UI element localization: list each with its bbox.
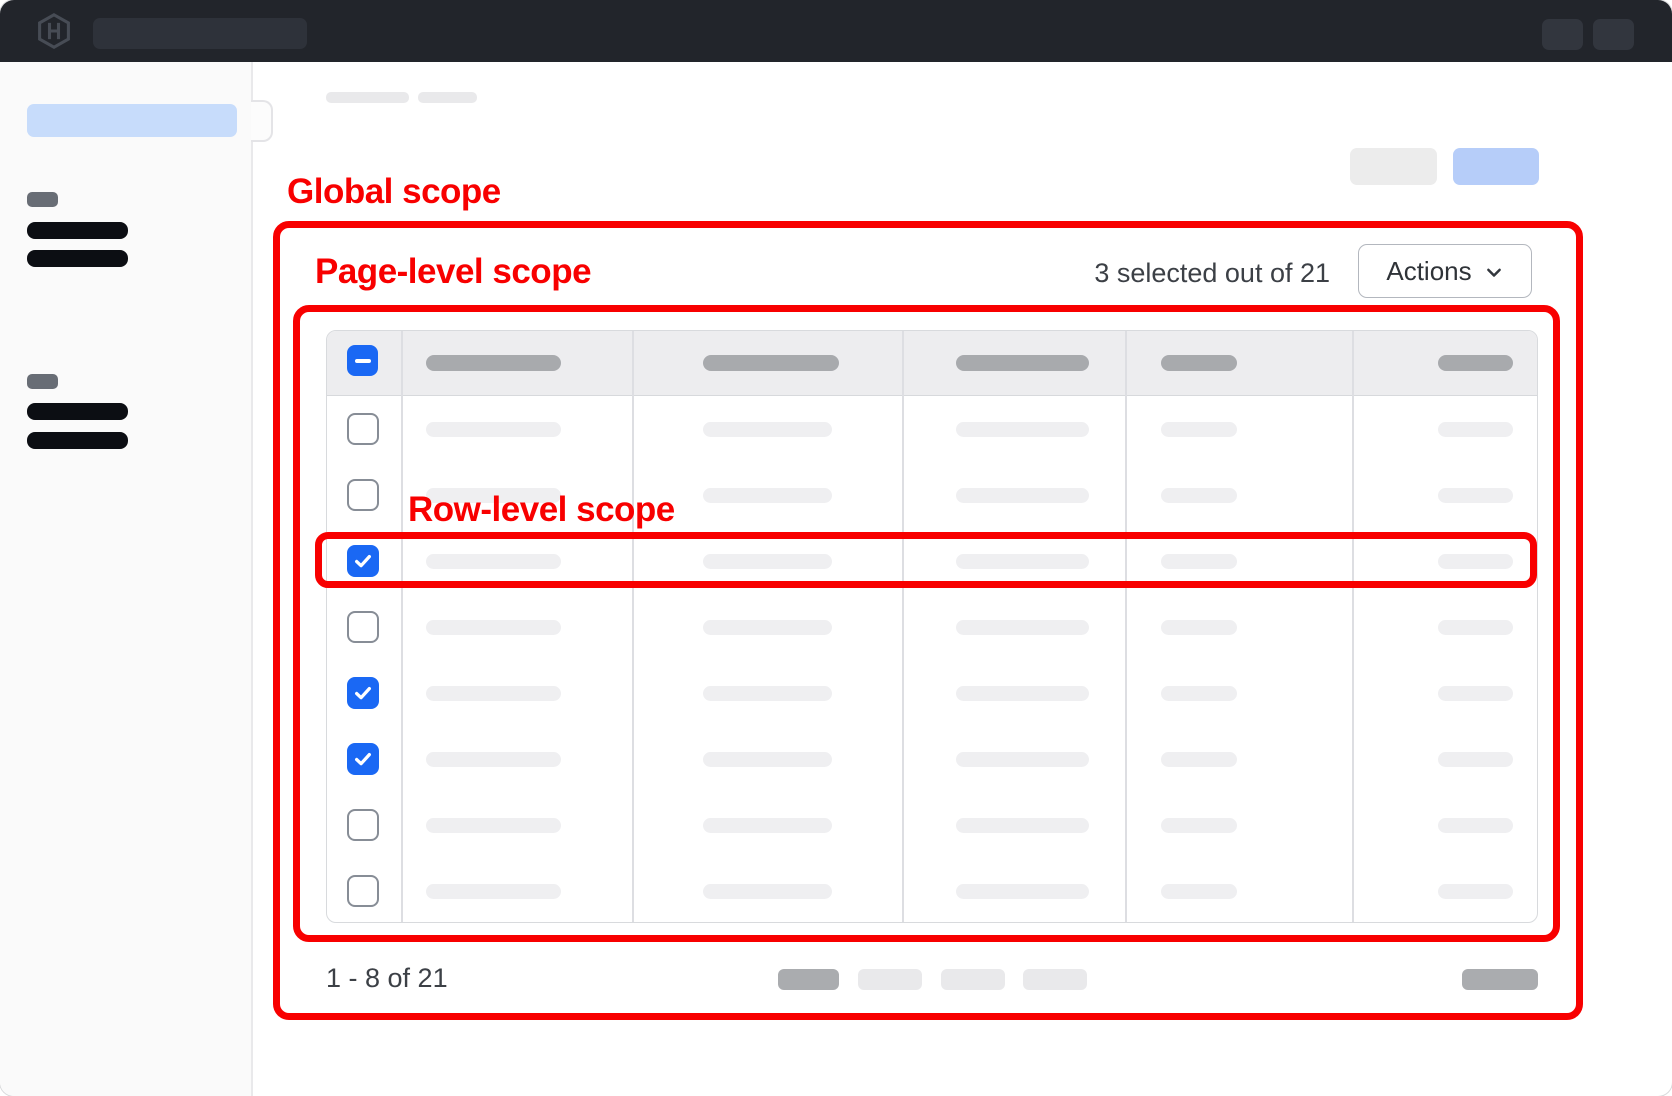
sidebar-item[interactable] [27,403,128,420]
cell-placeholder [426,752,561,767]
row-level-scope-label: Row-level scope [408,490,675,530]
check-icon [352,682,374,704]
sidebar-collapse-tab[interactable] [251,100,273,142]
pagination-prev-button[interactable] [778,969,839,990]
table-row [327,792,1537,858]
cell-placeholder [703,818,832,833]
row-checkbox[interactable] [347,875,379,907]
cell-placeholder [703,554,832,569]
sidebar-active-item[interactable] [27,104,237,137]
pagination-next-button[interactable] [1462,969,1538,990]
cell-placeholder [1161,884,1237,899]
cell-placeholder [1438,752,1513,767]
sidebar-section-label [27,374,58,389]
cell-placeholder [956,818,1089,833]
pagination-page-button[interactable] [858,969,922,990]
cell-placeholder [1161,422,1237,437]
chevron-down-icon [1484,263,1504,283]
primary-action-button[interactable] [1453,148,1539,185]
cell-placeholder [1161,752,1237,767]
row-checkbox[interactable] [347,809,379,841]
search-input[interactable] [93,18,307,49]
sidebar [0,62,253,1096]
cell-placeholder [426,620,561,635]
pagination-page-button[interactable] [1023,969,1087,990]
table-row [327,726,1537,792]
cell-placeholder [426,422,561,437]
cell-placeholder [1161,554,1237,569]
cell-placeholder [956,686,1089,701]
app-window: Global scope Page-level scope Row-level … [0,0,1672,1096]
breadcrumb-item[interactable] [326,92,409,103]
selection-summary: 3 selected out of 21 [1030,258,1330,289]
select-all-checkbox[interactable] [347,345,378,376]
cell-placeholder [703,686,832,701]
cell-placeholder [1161,686,1237,701]
cell-placeholder [703,620,832,635]
row-checkbox[interactable] [347,479,379,511]
table-row [327,858,1537,924]
cell-placeholder [1438,488,1513,503]
cell-placeholder [1438,554,1513,569]
row-checkbox[interactable] [347,743,379,775]
secondary-action-button[interactable] [1350,148,1437,185]
sidebar-item[interactable] [27,222,128,239]
actions-button-label: Actions [1386,256,1471,287]
cell-placeholder [1161,488,1237,503]
cell-placeholder [1438,818,1513,833]
cell-placeholder [1438,620,1513,635]
page-level-scope-label: Page-level scope [315,252,591,292]
column-header-placeholder [956,355,1089,371]
cell-placeholder [703,488,832,503]
table-row [327,528,1537,594]
cell-placeholder [1161,620,1237,635]
row-checkbox[interactable] [347,677,379,709]
cell-placeholder [1438,686,1513,701]
column-header-placeholder [426,355,561,371]
breadcrumb-item[interactable] [418,92,477,103]
sidebar-item[interactable] [27,250,128,267]
actions-dropdown-button[interactable]: Actions [1358,244,1532,298]
cell-placeholder [426,884,561,899]
cell-placeholder [956,488,1089,503]
row-checkbox[interactable] [347,413,379,445]
table-row [327,660,1537,726]
table-row [327,396,1537,462]
pagination-range-label: 1 - 8 of 21 [326,963,448,994]
pagination-page-button[interactable] [941,969,1005,990]
sidebar-item[interactable] [27,432,128,449]
cell-placeholder [956,884,1089,899]
cell-placeholder [426,818,561,833]
global-scope-label: Global scope [287,172,501,212]
row-checkbox[interactable] [347,545,379,577]
cell-placeholder [1438,884,1513,899]
check-icon [352,748,374,770]
table-row [327,594,1537,660]
cell-placeholder [426,554,561,569]
cell-placeholder [956,752,1089,767]
cell-placeholder [703,422,832,437]
hashicorp-logo-icon [36,13,72,49]
topbar-help-button[interactable] [1542,19,1583,50]
table-header-row [327,331,1537,396]
data-table [326,330,1538,923]
cell-placeholder [703,752,832,767]
cell-placeholder [956,422,1089,437]
cell-placeholder [956,620,1089,635]
topbar-user-button[interactable] [1593,19,1634,50]
row-checkbox[interactable] [347,611,379,643]
column-header-placeholder [703,355,839,371]
cell-placeholder [426,686,561,701]
cell-placeholder [956,554,1089,569]
column-header-placeholder [1438,355,1513,371]
sidebar-section-label [27,192,58,207]
cell-placeholder [1438,422,1513,437]
check-icon [352,550,374,572]
screenshot-stage: Global scope Page-level scope Row-level … [0,0,1672,1096]
cell-placeholder [703,884,832,899]
top-navigation-bar [0,0,1672,62]
cell-placeholder [1161,818,1237,833]
column-header-placeholder [1161,355,1237,371]
